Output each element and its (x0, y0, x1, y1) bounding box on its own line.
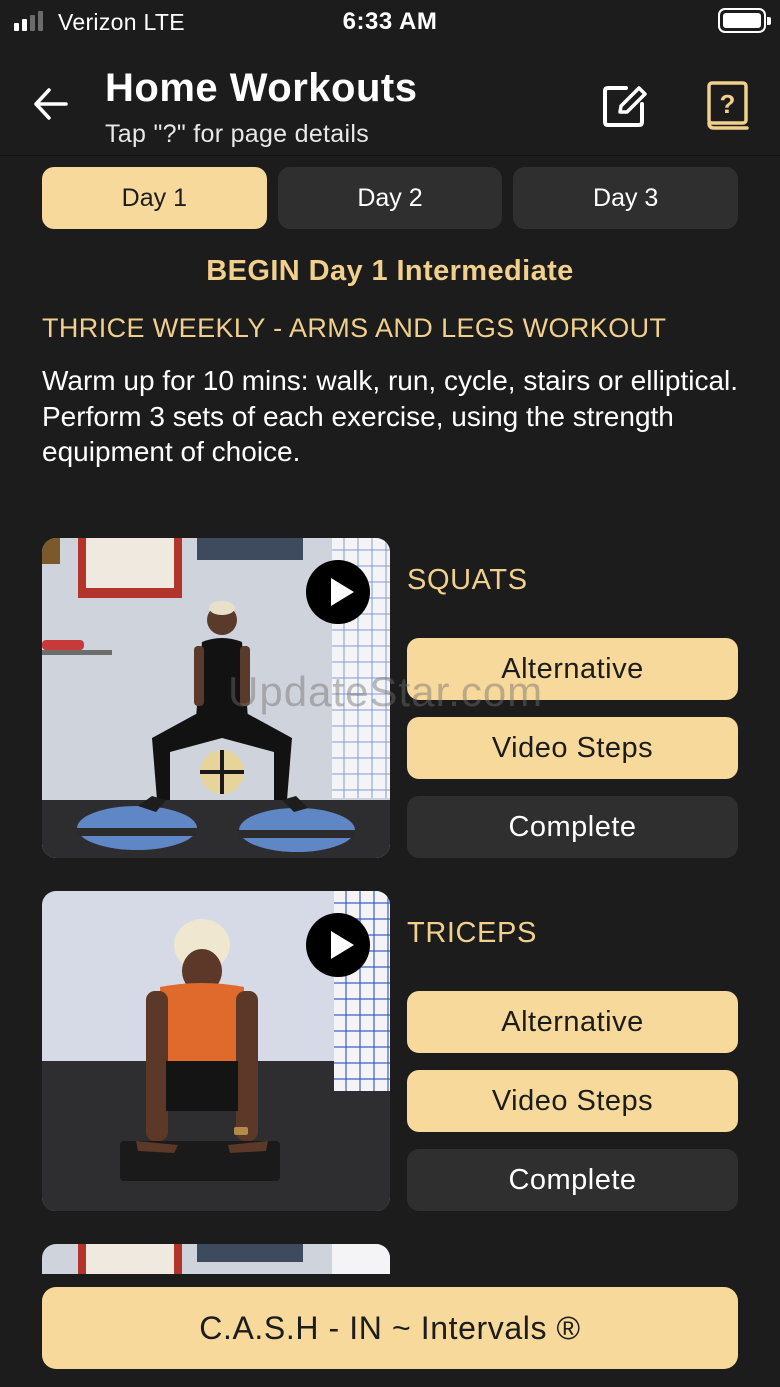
workout-title: THRICE WEEKLY - ARMS AND LEGS WORKOUT (42, 313, 667, 343)
exercise-video-thumbnail[interactable] (42, 538, 390, 858)
tab-day-3[interactable]: Day 3 (513, 167, 739, 229)
play-icon[interactable] (306, 913, 370, 977)
exercise-name: SQUATS (407, 564, 528, 596)
alternative-button[interactable]: Alternative (407, 991, 738, 1053)
workout-instructions: Warm up for 10 mins: walk, run, cycle, s… (42, 365, 739, 467)
complete-button[interactable]: Complete (407, 1149, 738, 1211)
header: Home Workouts Tap "?" for page details ? (0, 44, 780, 156)
exercise-card-squats: SQUATS Alternative Video Steps Complete (42, 538, 738, 858)
battery-icon (718, 8, 771, 33)
exercise-video-thumbnail[interactable] (42, 891, 390, 1211)
back-arrow-icon[interactable] (30, 84, 72, 124)
day-tabs: Day 1 Day 2 Day 3 (42, 167, 739, 229)
edit-icon[interactable] (600, 82, 648, 130)
video-steps-button[interactable]: Video Steps (407, 1070, 738, 1132)
page-subtitle: Tap "?" for page details (105, 120, 369, 148)
svg-text:?: ? (720, 89, 736, 119)
play-icon[interactable] (306, 560, 370, 624)
status-bar: Verizon LTE 6:33 AM (0, 0, 780, 44)
exercise-video-thumbnail-partial[interactable] (42, 1244, 390, 1274)
exercise-name: TRICEPS (407, 917, 537, 949)
video-steps-button[interactable]: Video Steps (407, 717, 738, 779)
page-title: Home Workouts (105, 66, 418, 110)
exercise-card-triceps: TRICEPS Alternative Video Steps Complete (42, 891, 738, 1211)
alternative-button[interactable]: Alternative (407, 638, 738, 700)
complete-button[interactable]: Complete (407, 796, 738, 858)
tab-day-2[interactable]: Day 2 (277, 167, 503, 229)
cash-in-intervals-button[interactable]: C.A.S.H - IN ~ Intervals ® (42, 1287, 738, 1369)
day-heading: BEGIN Day 1 Intermediate (206, 255, 574, 287)
help-book-icon[interactable]: ? (705, 80, 751, 132)
tab-day-1[interactable]: Day 1 (42, 167, 267, 229)
status-time: 6:33 AM (342, 8, 438, 35)
